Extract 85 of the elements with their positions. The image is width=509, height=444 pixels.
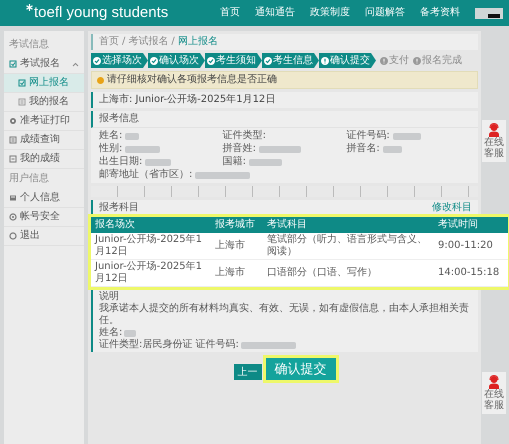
- check-icon: [150, 56, 158, 64]
- form-icon: [18, 79, 26, 87]
- field-label: 性别:: [99, 143, 122, 155]
- card-title: 报考科目: [99, 202, 139, 214]
- step-item: 选择场次: [91, 53, 148, 68]
- column-header: 考试时间: [434, 217, 508, 233]
- sidebar-item[interactable]: 准考证打印: [4, 112, 84, 131]
- table-cell: Junior-公开场-2025年1月12日: [91, 260, 211, 286]
- declaration-title: 说明: [99, 291, 120, 302]
- field-label: 拼音姓:: [222, 143, 256, 155]
- sidebar-item[interactable]: 帐号安全: [4, 208, 84, 227]
- field-label: 出生日期:: [99, 156, 142, 168]
- asterisk-icon: [26, 4, 33, 11]
- nav-link[interactable]: 问题解答: [365, 7, 405, 19]
- step-item: 考生须知: [205, 53, 262, 68]
- step-item: 考生信息: [262, 53, 319, 68]
- agent-icon: [488, 375, 500, 389]
- breadcrumb-link[interactable]: 网上报名: [178, 36, 218, 48]
- dot-icon: [97, 76, 104, 84]
- breadcrumb-link[interactable]: 考试报名: [128, 36, 168, 48]
- field-label: 国籍:: [222, 156, 246, 168]
- step-item: 报名完成: [413, 53, 462, 68]
- step-item: 确认场次: [148, 53, 205, 68]
- column-header: 考试科目: [263, 217, 434, 233]
- alert-icon: [380, 56, 388, 64]
- card-title: 报考信息: [91, 111, 478, 128]
- account-chip[interactable]: [475, 8, 503, 18]
- nav-link[interactable]: 政策制度: [310, 7, 350, 19]
- redacted-value: [145, 158, 172, 166]
- breadcrumb-separator: /: [171, 36, 175, 48]
- nav-link[interactable]: 首页: [220, 7, 240, 19]
- field-label: 拼音名:: [346, 143, 380, 155]
- redacted-value: [392, 132, 421, 140]
- alert-icon: [413, 56, 421, 64]
- table-cell: 上海市: [211, 233, 263, 260]
- redacted-value: [382, 146, 402, 152]
- back-button[interactable]: 上一: [234, 364, 262, 380]
- nav-link[interactable]: 备考资料: [420, 7, 460, 19]
- table-cell: 口语部分（口语、写作）: [263, 260, 434, 286]
- field-label: 证件号码:: [346, 130, 390, 142]
- field-label: 证件类型:: [222, 130, 266, 142]
- sidebar-item[interactable]: 个人信息: [4, 189, 84, 208]
- table-cell: Junior-公开场-2025年1月12日: [91, 233, 211, 260]
- sidebar-item[interactable]: 我的成绩: [4, 150, 84, 169]
- step-item: 支付: [380, 53, 409, 68]
- service-button[interactable]: 在线客服: [482, 372, 506, 414]
- column-header: 报考城市: [211, 217, 263, 233]
- table-cell: 9:00-11:20: [434, 233, 508, 260]
- check-icon: [207, 56, 215, 64]
- list-icon: [18, 98, 26, 106]
- redacted-value: [195, 172, 250, 178]
- sidebar-item[interactable]: 网上报名: [4, 74, 84, 93]
- check-icon: [264, 56, 272, 64]
- redacted-value: [249, 158, 282, 166]
- declaration-text: 证件类型:居民身份证 证件号码:: [99, 339, 239, 351]
- table-cell: 上海市: [211, 260, 263, 286]
- site-logo[interactable]: toefl young students: [34, 4, 168, 22]
- table-cell: 笔试部分（听力、语言形式与含义、阅读）: [263, 233, 434, 260]
- redacted-value: [125, 132, 140, 140]
- nav-link[interactable]: 通知通告: [255, 7, 295, 19]
- declaration-text: 姓名:: [99, 327, 122, 338]
- sidebar-item[interactable]: 成绩查询: [4, 131, 84, 150]
- section-title: 考试信息: [8, 38, 50, 52]
- sidebar-item[interactable]: 我的报名: [4, 93, 84, 112]
- agent-icon: [488, 123, 500, 137]
- declaration-text: 我承诺本人提交的所有材料均真实、有效、无误，如有虚假信息，由本人承担相关责任。: [99, 303, 470, 327]
- redacted-value: [259, 146, 302, 152]
- section-title: 用户信息: [8, 172, 50, 186]
- service-button[interactable]: 在线客服: [482, 120, 506, 162]
- check-icon: [93, 56, 101, 64]
- breadcrumb-separator: /: [122, 36, 126, 48]
- redacted-value: [125, 146, 160, 152]
- edit-link[interactable]: 修改科目: [432, 202, 472, 214]
- field-label: 姓名:: [99, 130, 122, 142]
- column-header: 报名场次: [91, 217, 211, 233]
- breadcrumb-link[interactable]: 首页: [99, 36, 119, 48]
- step-item: 确认提交: [319, 53, 376, 68]
- notice-text: 请仔细核对确认各项报考信息是否正确: [107, 74, 277, 86]
- session-title: 上海市: Junior-公开场-2025年1月12日: [98, 92, 276, 107]
- sidebar-item[interactable]: 退出: [4, 227, 84, 246]
- alert-icon: [321, 56, 329, 64]
- caret-icon: [72, 62, 79, 66]
- field-label: 邮寄地址（省市区）:: [99, 169, 192, 181]
- submit-button[interactable]: 确认提交: [266, 358, 336, 380]
- table-cell: 14:00-15:18: [434, 260, 508, 286]
